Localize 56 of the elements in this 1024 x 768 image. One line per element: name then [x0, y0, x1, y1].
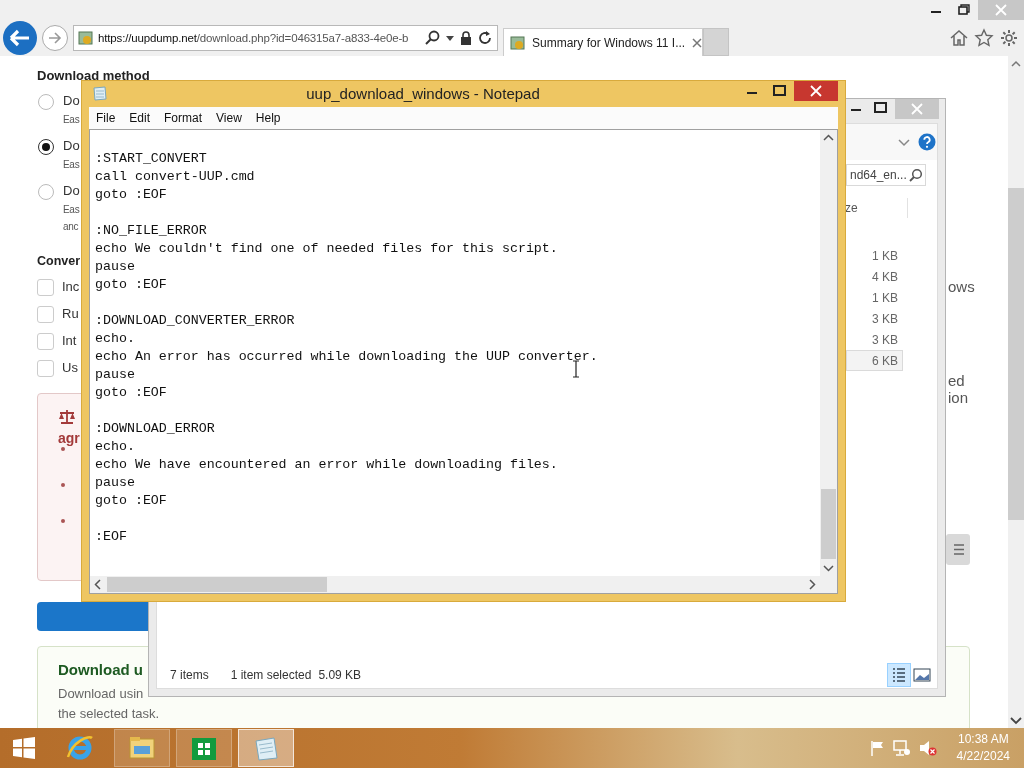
paragraph-text: ows [948, 278, 976, 295]
browser-tab[interactable]: Summary for Windows 11 I... [503, 28, 703, 56]
menu-item[interactable]: Format [157, 111, 210, 125]
text-line: goto :EOF [95, 492, 167, 510]
option-label: Us [62, 359, 78, 377]
url-text[interactable]: https://uupdump.net/download.php?id=046315a7-a833-4e0e-b [98, 32, 421, 44]
text-line: :DOWNLOAD_ERROR [95, 420, 215, 438]
option-hint: Eas [63, 203, 80, 217]
text-line: echo. [95, 330, 135, 348]
card-title: Download u [58, 660, 143, 680]
file-row[interactable]: 6 KB [846, 350, 903, 371]
option-hint: anc [63, 220, 79, 234]
paragraph-text: ed ion [948, 372, 970, 406]
search-field[interactable]: nd64_en... [846, 164, 926, 186]
text-line: :START_CONVERT [95, 150, 207, 168]
status-text: 1 item selected [230, 668, 312, 682]
text-line: echo We couldn't find one of needed files for this script. [95, 240, 558, 258]
menu-item[interactable]: File [89, 111, 123, 125]
notice-title: agr [58, 429, 80, 447]
text-line: echo. [95, 438, 135, 456]
file-row[interactable]: 4 KB [846, 266, 903, 287]
menu-item[interactable]: View [209, 111, 249, 125]
address-bar[interactable]: https://uupdump.net/download.php?id=046315a7-a833-4e0e-b [73, 25, 498, 51]
text-line: pause [95, 258, 135, 276]
option-label: Int [62, 332, 77, 350]
text-line: :NO_FILE_ERROR [95, 222, 207, 240]
card-text: the selected task. [58, 705, 160, 723]
text-line: pause [95, 474, 135, 492]
status-text: 7 items [170, 668, 209, 682]
file-row[interactable]: 1 KB [846, 245, 903, 266]
text-line: :EOF [95, 528, 127, 546]
text-line: goto :EOF [95, 276, 167, 294]
text-line: :DOWNLOAD_CONVERTER_ERROR [95, 312, 295, 330]
text-line: pause [95, 366, 135, 384]
option-label: Do [63, 183, 80, 198]
text-line: echo We have encountered an error while downloading files. [95, 456, 558, 474]
text-line: call convert-UUP.cmd [95, 168, 255, 186]
menu-item[interactable]: Help [248, 111, 288, 125]
text-line: goto :EOF [95, 186, 167, 204]
file-row[interactable]: 1 KB [846, 287, 903, 308]
status-text: 5.09 KB [318, 668, 362, 682]
option-label: Inc [62, 278, 80, 296]
menu-item[interactable]: Edit [122, 111, 158, 125]
text-line: echo An error has occurred while downloading the UUP converter. [95, 348, 598, 366]
section-heading: Conver [37, 253, 81, 270]
window-title: uup_download_windows - Notepad [305, 84, 541, 104]
option-label: Do [63, 93, 80, 108]
file-row[interactable]: 3 KB [846, 308, 903, 329]
text-line: goto :EOF [95, 384, 167, 402]
card-text: Download usin [58, 685, 144, 703]
section-heading: Download method [37, 67, 151, 84]
option-hint: Eas [63, 158, 80, 172]
option-label: Ru [62, 305, 79, 323]
file-row[interactable]: 3 KB [846, 329, 903, 350]
option-hint: Eas [63, 113, 80, 127]
option-label: Do [63, 138, 80, 153]
